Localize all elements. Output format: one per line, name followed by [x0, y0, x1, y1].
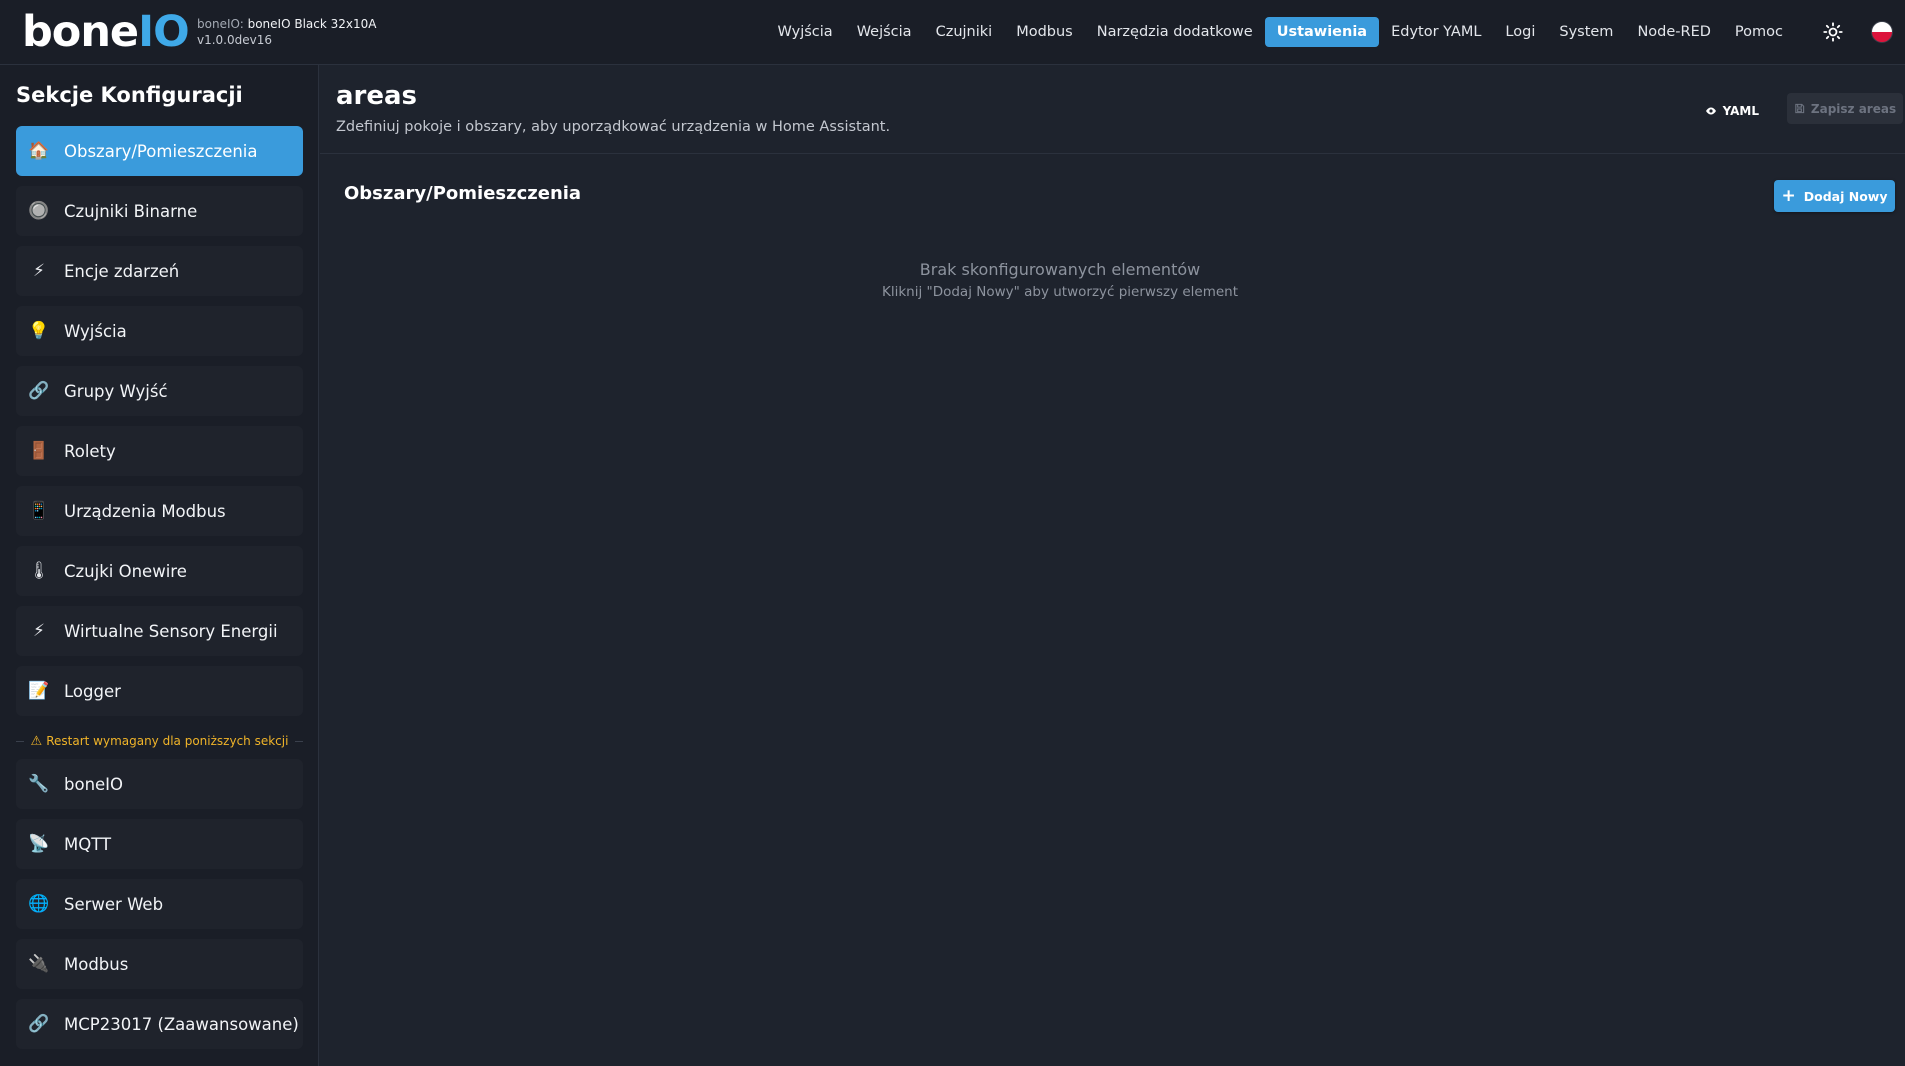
- sidebar-item-icon: 🚪: [28, 440, 50, 461]
- sidebar-item-label: Modbus: [64, 954, 129, 974]
- yaml-button-label: YAML: [1722, 104, 1759, 118]
- sidebar-item[interactable]: 🔌 Modbus: [16, 939, 303, 989]
- theme-toggle-button[interactable]: [1821, 20, 1845, 44]
- sidebar-item-label: Obszary/Pomieszczenia: [64, 141, 258, 161]
- sidebar-item-icon: 🔧: [28, 773, 50, 794]
- nav-item[interactable]: Modbus: [1004, 17, 1085, 47]
- sidebar-title: Sekcje Konfiguracji: [16, 83, 243, 107]
- sidebar-item-icon: ⚡: [33, 620, 45, 641]
- top-bar: bone IO boneIO: boneIO Black 32x10A v1.0.…: [0, 0, 1905, 65]
- sidebar-item-icon: ⚡: [33, 260, 45, 281]
- nav-item[interactable]: System: [1547, 17, 1625, 47]
- sidebar-item[interactable]: 🏠 Obszary/Pomieszczenia: [16, 126, 303, 176]
- main-nav: Wyjścia Wejścia Czujniki Modbus Narzędzia do…: [766, 15, 1795, 49]
- yaml-view-button[interactable]: YAML: [1699, 97, 1765, 125]
- sidebar-item-icon: 📱: [28, 500, 50, 521]
- logo-text: bone: [22, 6, 139, 57]
- nav-item[interactable]: Pomoc: [1723, 17, 1795, 47]
- eye-icon: [1705, 107, 1716, 115]
- save-button-label: Zapisz areas: [1810, 101, 1897, 116]
- logo-accent-text: IO: [138, 6, 190, 57]
- sidebar-item[interactable]: 📱 Urządzenia Modbus: [16, 486, 303, 536]
- sidebar-item-icon: 📡: [28, 833, 50, 854]
- sidebar-item[interactable]: ⚡ Encje zdarzeń: [16, 246, 303, 296]
- sidebar-item-label: Encje zdarzeń: [64, 261, 180, 281]
- boneio-logo[interactable]: bone IO: [22, 6, 190, 57]
- sidebar-item-label: MQTT: [64, 834, 112, 854]
- add-new-label: Dodaj Nowy: [1803, 188, 1888, 204]
- nav-item[interactable]: Node-RED: [1625, 17, 1722, 47]
- sidebar-item-label: Wirtualne Sensory Energii: [64, 621, 278, 641]
- sidebar-item-icon: 📝: [28, 680, 50, 701]
- firmware-version: v1.0.0dev16: [197, 33, 273, 47]
- sidebar-item-label: boneIO: [64, 774, 124, 794]
- sidebar-item[interactable]: 📝 Logger: [16, 666, 303, 716]
- sidebar-item[interactable]: 🌐 Serwer Web: [16, 879, 303, 929]
- sidebar-item[interactable]: ⚡ Wirtualne Sensory Energii: [16, 606, 303, 656]
- sidebar-item-icon: 🌐: [28, 893, 50, 914]
- add-new-button[interactable]: + Dodaj Nowy: [1774, 180, 1895, 212]
- warning-icon: ⚠: [30, 733, 43, 749]
- nav-item[interactable]: Ustawienia: [1264, 17, 1380, 47]
- sidebar-item-label: Czujniki Binarne: [64, 201, 198, 221]
- restart-warning-text: Restart wymagany dla poniższych sekcji: [46, 734, 289, 748]
- nav-item[interactable]: Czujniki: [924, 17, 1005, 47]
- device-name: boneIO Black 32x10A: [247, 17, 377, 31]
- empty-state-title: Brak skonfigurowanych elementów: [919, 260, 1201, 279]
- sidebar-item-icon: 🔗: [28, 1013, 50, 1034]
- nav-item[interactable]: Wejścia: [845, 17, 924, 47]
- sidebar-item-icon: 🔗: [28, 380, 50, 401]
- sidebar-item-icon: 🏠: [28, 140, 50, 161]
- sidebar-item[interactable]: 🔘 Czujniki Binarne: [16, 186, 303, 236]
- sidebar-item-label: Logger: [64, 681, 121, 701]
- config-sidebar: Sekcje Konfiguracji ⚠ Restart wymagany d…: [0, 65, 319, 1066]
- device-label: boneIO:: [197, 17, 244, 31]
- page-header: areas Zdefiniuj pokoje i obszary, aby up…: [320, 65, 1905, 154]
- sun-icon: [1823, 22, 1843, 42]
- nav-item[interactable]: Wyjścia: [766, 17, 845, 47]
- sidebar-item[interactable]: 💡 Wyjścia: [16, 306, 303, 356]
- sidebar-item[interactable]: 🔗 MCP23017 (Zaawansowane): [16, 999, 303, 1049]
- sidebar-item-label: Wyjścia: [64, 321, 127, 341]
- sidebar-item-icon: 💡: [28, 320, 50, 341]
- page-description: Zdefiniuj pokoje i obszary, aby uporządk…: [336, 119, 891, 135]
- sidebar-item-label: Rolety: [64, 441, 116, 461]
- plus-icon: +: [1781, 185, 1796, 206]
- restart-warning: ⚠ Restart wymagany dla poniższych sekcji: [16, 731, 303, 751]
- sidebar-item-label: Serwer Web: [64, 894, 164, 914]
- sidebar-item-icon: 🔌: [28, 953, 50, 974]
- sidebar-item[interactable]: 🔗 Grupy Wyjść: [16, 366, 303, 416]
- save-icon: [1795, 103, 1805, 114]
- page-title: areas: [336, 81, 418, 111]
- sidebar-item-label: Grupy Wyjść: [64, 381, 168, 401]
- sidebar-item-icon: 🌡: [28, 560, 50, 581]
- sidebar-item[interactable]: 🚪 Rolety: [16, 426, 303, 476]
- empty-state-hint: Kliknij "Dodaj Nowy" aby utworzyć pierws…: [881, 284, 1239, 300]
- device-info: boneIO: boneIO Black 32x10A v1.0.0dev16: [197, 16, 376, 48]
- nav-item[interactable]: Edytor YAML: [1379, 17, 1493, 47]
- save-button[interactable]: Zapisz areas: [1787, 93, 1903, 124]
- sidebar-item[interactable]: 📡 MQTT: [16, 819, 303, 869]
- sidebar-item-label: Czujki Onewire: [64, 561, 187, 581]
- language-switch-button[interactable]: [1871, 21, 1893, 43]
- sidebar-item-label: Urządzenia Modbus: [64, 501, 226, 521]
- sidebar-item[interactable]: 🌡 Czujki Onewire: [16, 546, 303, 596]
- nav-item[interactable]: Logi: [1493, 17, 1547, 47]
- sidebar-item-icon: 🔘: [28, 200, 50, 221]
- nav-item[interactable]: Narzędzia dodatkowe: [1085, 17, 1265, 47]
- section-title: Obszary/Pomieszczenia: [344, 183, 582, 204]
- sidebar-item[interactable]: 🔧 boneIO: [16, 759, 303, 809]
- sidebar-item-label: MCP23017 (Zaawansowane): [64, 1014, 299, 1034]
